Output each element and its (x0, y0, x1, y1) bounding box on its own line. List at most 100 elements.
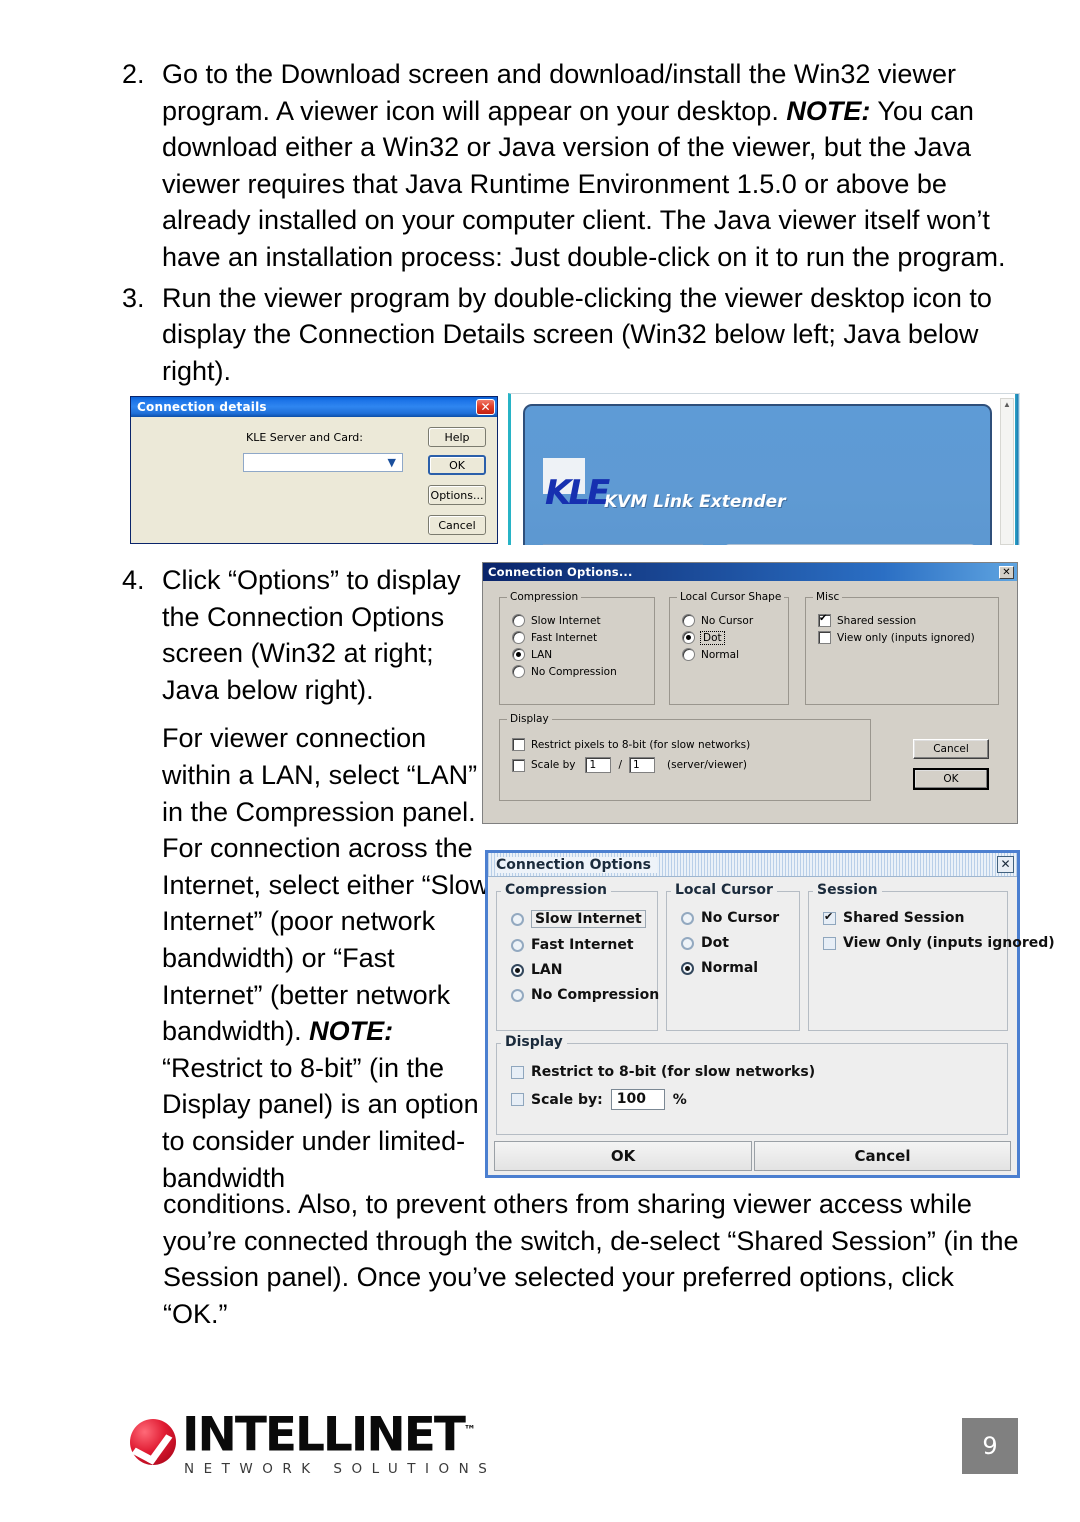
close-icon[interactable]: ✕ (476, 399, 495, 415)
radio-icon-selected[interactable] (511, 963, 524, 977)
java-details-field-left[interactable] (543, 544, 703, 545)
radio-slow-internet-win32[interactable]: Slow Internet (512, 614, 617, 627)
radio-label: No Cursor (701, 910, 780, 926)
radio-fast-internet-win32[interactable]: Fast Internet (512, 631, 617, 644)
radio-slow-internet-java[interactable]: Slow Internet (511, 910, 659, 928)
connection-options-win32-titlebar[interactable]: Connection Options... ✕ (483, 563, 1017, 581)
checkbox-icon[interactable] (818, 631, 831, 644)
radio-icon[interactable] (511, 988, 524, 1002)
ok-button[interactable]: OK (494, 1141, 752, 1171)
kle-logo-mark: KLE (543, 458, 610, 518)
ok-button[interactable]: OK (428, 455, 486, 475)
checkbox-icon[interactable] (511, 1093, 524, 1106)
radio-icon[interactable] (512, 614, 525, 627)
instruction-list: 2. Go to the Download screen and downloa… (122, 56, 1022, 393)
kle-logo: KLE KVM Link Extender (543, 458, 786, 518)
scale-by-label: Scale by (531, 759, 576, 771)
cancel-button[interactable]: Cancel (428, 515, 486, 535)
compression-group-win32: Compression Slow Internet Fast Internet … (499, 591, 655, 705)
checkbox-shared-session-win32[interactable]: Shared session (818, 612, 975, 627)
help-button[interactable]: Help (428, 427, 486, 447)
checkbox-shared-session-java[interactable]: Shared Session (823, 910, 1055, 926)
radio-icon-selected[interactable] (682, 631, 695, 644)
scale-denominator-input[interactable]: 1 (629, 757, 656, 773)
java-details-field-right[interactable] (725, 544, 975, 545)
connection-details-java-window[interactable]: KLE KVM Link Extender ▲ (508, 393, 1020, 545)
radio-no-cursor-win32[interactable]: No Cursor (682, 614, 753, 627)
checkbox-label: Restrict to 8-bit (for slow networks) (531, 1064, 816, 1080)
radio-label: Normal (701, 960, 759, 976)
cancel-button[interactable]: Cancel (913, 739, 989, 759)
vertical-scrollbar[interactable]: ▲ (1000, 398, 1014, 545)
list-item-step-3: 3. Run the viewer program by double-clic… (122, 280, 1022, 390)
connection-details-titlebar[interactable]: Connection details ✕ (131, 397, 497, 417)
radio-no-cursor-java[interactable]: No Cursor (681, 910, 779, 926)
radio-normal-win32[interactable]: Normal (682, 648, 753, 661)
radio-label: Slow Internet (531, 910, 646, 928)
kle-server-and-card-combobox[interactable]: ▼ (243, 453, 403, 472)
connection-options-java-dialog[interactable]: Connection Options ✕ Compression Slow In… (485, 850, 1055, 1178)
step-2-text: Go to the Download screen and download/i… (162, 56, 1022, 276)
checkbox-icon[interactable] (512, 738, 525, 751)
checkbox-icon[interactable] (512, 758, 525, 772)
radio-normal-java[interactable]: Normal (681, 960, 779, 976)
radio-no-compression-java[interactable]: No Compression (511, 987, 659, 1003)
checkbox-label: Shared Session (843, 910, 965, 926)
connection-details-win32-dialog[interactable]: Connection details ✕ KLE Server and Card… (130, 396, 498, 544)
radio-fast-internet-java[interactable]: Fast Internet (511, 937, 659, 953)
scroll-up-arrow-icon[interactable]: ▲ (1001, 399, 1013, 411)
checkbox-scale-by-java[interactable]: Scale by: 100 % (511, 1089, 815, 1110)
list-item-step-2: 2. Go to the Download screen and downloa… (122, 56, 1022, 276)
radio-icon[interactable] (511, 912, 524, 926)
local-cursor-shape-group-label: Local Cursor Shape (677, 591, 785, 603)
radio-icon[interactable] (682, 614, 695, 627)
local-cursor-group-java: Local Cursor No Cursor Dot Normal (666, 882, 800, 1031)
checkbox-icon[interactable] (511, 1065, 524, 1079)
radio-icon[interactable] (511, 938, 524, 952)
checkbox-restrict-8bit-win32[interactable]: Restrict pixels to 8-bit (for slow netwo… (512, 738, 750, 751)
step-4-text: Click “Options” to display the Connectio… (162, 562, 492, 1196)
radio-no-compression-win32[interactable]: No Compression (512, 665, 617, 678)
radio-label: Fast Internet (531, 937, 634, 953)
close-icon[interactable]: ✕ (997, 856, 1014, 873)
radio-lan-win32[interactable]: LAN (512, 648, 617, 661)
radio-label: No Compression (531, 987, 660, 1003)
java-window-right-edge (1015, 394, 1020, 545)
radio-dot-java[interactable]: Dot (681, 935, 779, 951)
checkbox-icon-checked[interactable] (823, 910, 836, 925)
chevron-down-icon[interactable]: ▼ (388, 457, 402, 468)
checkbox-label: View Only (inputs ignored) (843, 935, 1055, 951)
radio-label: Fast Internet (531, 631, 598, 644)
scale-value-input[interactable]: 100 (610, 1089, 665, 1110)
cancel-button[interactable]: Cancel (754, 1141, 1011, 1171)
checkbox-restrict-8bit-java[interactable]: Restrict to 8-bit (for slow networks) (511, 1064, 815, 1080)
connection-options-java-titlebar[interactable]: Connection Options ✕ (488, 853, 1017, 877)
checkbox-scale-by-win32[interactable]: Scale by 1 / 1 (server/viewer) (512, 757, 750, 773)
checkbox-icon-checked[interactable] (818, 612, 831, 627)
kle-logo-subtitle: KVM Link Extender (604, 492, 786, 512)
checkbox-icon[interactable] (823, 936, 836, 950)
radio-icon-selected[interactable] (681, 961, 694, 975)
close-icon[interactable]: ✕ (999, 565, 1014, 579)
checkbox-label: Shared session (837, 614, 917, 627)
radio-icon[interactable] (512, 665, 525, 678)
radio-icon[interactable] (512, 631, 525, 644)
step-4-tail-paragraph: conditions. Also, to prevent others from… (163, 1186, 1023, 1332)
checkbox-view-only-java[interactable]: View Only (inputs ignored) (823, 935, 1055, 951)
radio-icon[interactable] (682, 648, 695, 661)
connection-options-win32-dialog[interactable]: Connection Options... ✕ Compression Slow… (482, 562, 1018, 824)
scale-numerator-input[interactable]: 1 (585, 757, 612, 773)
radio-icon-selected[interactable] (512, 648, 525, 661)
ok-button[interactable]: OK (913, 768, 989, 790)
local-cursor-group-label: Local Cursor (671, 882, 777, 898)
step-4-note-label: NOTE: (309, 1016, 394, 1047)
brand-name: INTELLINET™ (182, 1408, 496, 1459)
radio-icon[interactable] (681, 936, 694, 950)
radio-dot-win32[interactable]: Dot (682, 630, 753, 645)
radio-icon[interactable] (681, 911, 694, 925)
step-3-text: Run the viewer program by double-clickin… (162, 282, 992, 386)
radio-lan-java[interactable]: LAN (511, 962, 659, 978)
options-button[interactable]: Options... (428, 485, 486, 505)
checkbox-view-only-win32[interactable]: View only (inputs ignored) (818, 631, 975, 644)
radio-label: No Cursor (701, 614, 754, 627)
